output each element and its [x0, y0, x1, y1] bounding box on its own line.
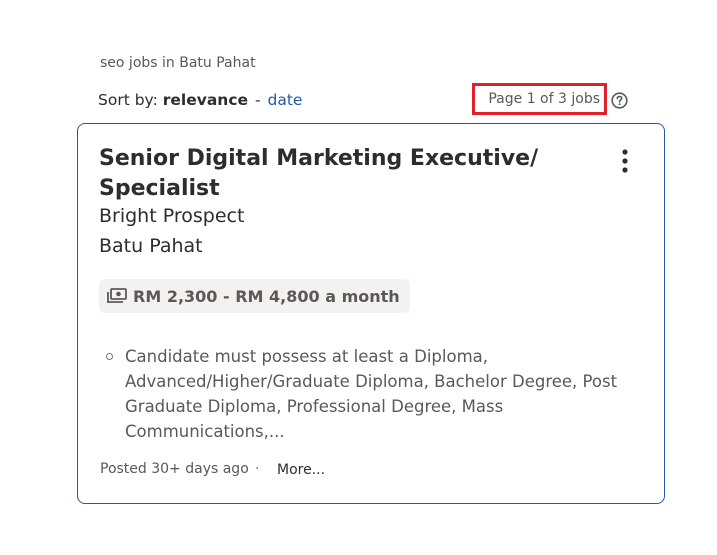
job-location: Batu Pahat — [99, 235, 203, 257]
salary-badge: RM 2,300 - RM 4,800 a month — [99, 279, 410, 313]
sort-label: Sort by: — [98, 91, 158, 109]
search-context-label: seo jobs in Batu Pahat — [100, 55, 256, 71]
job-title[interactable]: Senior Digital Marketing Executive/ Spec… — [99, 144, 539, 204]
sort-separator: - — [254, 91, 261, 109]
job-card[interactable]: Senior Digital Marketing Executive/ Spec… — [77, 123, 665, 504]
more-link[interactable]: More... — [277, 462, 325, 478]
footer-separator: · — [255, 461, 260, 477]
sort-by-date-link[interactable]: date — [268, 91, 303, 109]
salary-text: RM 2,300 - RM 4,800 a month — [133, 286, 400, 306]
sort-options: Sort by: relevance - date — [98, 91, 302, 109]
posted-date: Posted 30+ days ago — [100, 461, 249, 477]
job-snippet-text: Candidate must possess at least a Diplom… — [125, 347, 618, 441]
circle-bullet-icon — [106, 353, 113, 360]
question-circle-icon[interactable] — [611, 92, 628, 109]
sort-relevance-current: relevance — [162, 91, 249, 109]
page-count-highlight: Page 1 of 3 jobs — [472, 83, 607, 115]
vertical-ellipsis-icon[interactable] — [614, 148, 636, 176]
page-count-text: Page 1 of 3 jobs — [488, 91, 600, 107]
money-icon — [107, 288, 127, 303]
search-results-page: seo jobs in Batu Pahat Sort by: relevanc… — [0, 0, 717, 555]
company-name: Bright Prospect — [99, 205, 245, 227]
